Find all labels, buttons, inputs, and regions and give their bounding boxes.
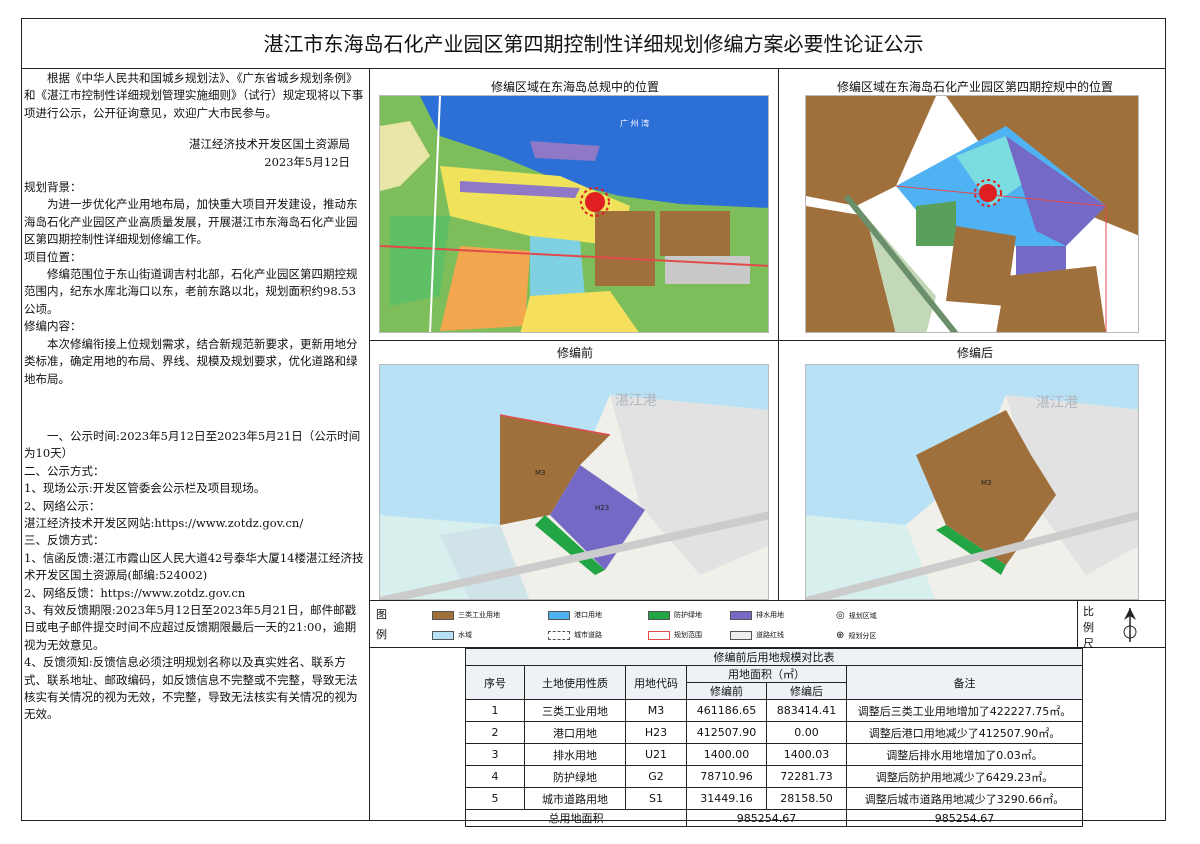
background-heading: 规划背景：: [24, 180, 82, 195]
total-before: 985254.67: [686, 809, 847, 827]
legend-item-port: 港口用地: [548, 610, 602, 620]
table-row: 2 港口用地 H23 412507.90 0.00 调整后港口用地减少了4125…: [465, 721, 1083, 744]
scale-label: 比例尺: [1083, 605, 1094, 650]
map-legend: 图例 三类工业用地 港口用地 防护绿地 排水用地 水域 城市道路 规划范围 道路…: [370, 600, 1166, 648]
notice-text: 根据《中华人民共和国城乡规划法》、《广东省城乡规划条例》和《湛江市控制性详细规划…: [24, 70, 364, 818]
notice-website: 湛江经济技术开发区网站:https://www.zotdz.gov.cn/: [24, 515, 304, 530]
intro-paragraph: 根据《中华人民共和国城乡规划法》、《广东省城乡规划条例》和《湛江市控制性详细规划…: [24, 71, 364, 120]
issuer: 湛江经济技术开发区国土资源局: [189, 137, 350, 152]
before-map: M3 H23 湛江港: [379, 364, 769, 600]
legend-item-green: 防护绿地: [648, 610, 702, 620]
panel-title-after: 修编后: [956, 346, 993, 360]
legend-item-zone: ◎ 规划区域: [836, 610, 877, 621]
legend-label: 图例: [376, 608, 387, 641]
total-label: 总用地面积: [465, 809, 687, 827]
feedback-online: 2、网络反馈：https://www.zotdz.gov.cn: [24, 585, 246, 600]
table-row: 1 三类工业用地 M3 461186.65 883414.41 调整后三类工业用…: [465, 699, 1083, 722]
total-after: 985254.67: [846, 809, 1083, 827]
content-heading: 修编内容：: [24, 319, 82, 334]
harbor-label-after: 湛江港: [1036, 395, 1078, 411]
legend-item-industrial: 三类工业用地: [432, 610, 500, 620]
table-row: 4 防护绿地 G2 78710.96 72281.73 调整后防护用地减少了64…: [465, 765, 1083, 788]
land-use-comparison-table: 修编前后用地规模对比表 序号 土地使用性质 用地代码 用地面积（㎡） 备注 修编…: [465, 648, 1083, 827]
feedback-mail: 1、信函反馈:湛江市霞山区人民大道42号泰华大厦14楼湛江经济技术开发区国土资源…: [24, 550, 364, 583]
label-m3-before: M3: [535, 469, 546, 477]
feedback-notes: 4、反馈须知:反馈信息必须注明规划名称以及真实姓名、联系方式、联系地址、邮政编码…: [24, 655, 358, 722]
panel-title-phase4-plan: 修编区域在东海岛石化产业园区第四期控规中的位置: [836, 80, 1113, 94]
notice-method-online: 2、网络公示：: [24, 498, 101, 513]
master-plan-map: 广 州 湾: [379, 95, 769, 333]
legend-item-redline: 道路红线: [730, 630, 784, 640]
header-code: 用地代码: [625, 665, 687, 700]
legend-divider: [1077, 600, 1078, 648]
legend-item-division: ⊕ 规划分区: [836, 630, 877, 641]
panel-divider-horizontal: [370, 340, 1166, 341]
table-caption: 修编前后用地规模对比表: [465, 648, 1083, 666]
compass-icon: ⊕: [836, 630, 845, 641]
legend-item-boundary: 规划范围: [648, 630, 702, 640]
notice-method-heading: 二、公示方式：: [24, 463, 105, 478]
feedback-deadline: 3、有效反馈期限:2023年5月12日至2023年5月21日，邮件邮戳日或电子邮…: [24, 602, 357, 652]
notice-method-onsite: 1、现场公示:开发区管委会公示栏及项目现场。: [24, 481, 266, 496]
phase4-plan-map: [805, 95, 1139, 333]
panel-title-master-plan: 修编区域在东海岛总规中的位置: [490, 80, 659, 94]
north-arrow-icon: [1118, 606, 1142, 644]
legend-item-road: 城市道路: [548, 630, 602, 640]
feedback-heading: 三、反馈方式：: [24, 533, 105, 548]
header-no: 序号: [465, 665, 525, 700]
header-before: 修编前: [686, 682, 767, 700]
sea-label: 广 州 湾: [620, 118, 649, 128]
notice-period: 一、公示时间:2023年5月12日至2023年5月21日（公示时间为10天）: [24, 428, 361, 461]
table-row: 5 城市道路用地 S1 31449.16 28158.50 调整后城市道路用地减…: [465, 787, 1083, 810]
header-type: 土地使用性质: [524, 665, 626, 700]
page-title: 湛江市东海岛石化产业园区第四期控制性详细规划修编方案必要性论证公示: [21, 20, 1166, 69]
legend-item-water: 水域: [432, 630, 472, 640]
issue-date: 2023年5月12日: [264, 154, 350, 169]
header-after: 修编后: [766, 682, 847, 700]
location-heading: 项目位置：: [24, 249, 82, 264]
table-total-row: 总用地面积 985254.67 985254.67: [465, 809, 1083, 827]
header-note: 备注: [846, 665, 1083, 700]
column-divider: [369, 68, 370, 820]
label-m3-after: M3: [981, 479, 992, 487]
after-map: M3 湛江港: [805, 364, 1139, 600]
label-h23-before: H23: [595, 504, 609, 512]
location-text: 修编范围位于东山街道调吉村北部，石化产业园区第四期控规范围内，纪东水库北海口以东…: [24, 267, 358, 316]
harbor-label-before: 湛江港: [615, 393, 657, 409]
header-area: 用地面积（㎡）: [686, 665, 847, 683]
panel-divider-vertical: [778, 68, 779, 600]
background-text: 为进一步优化产业用地布局，加快重大项目开发建设，推动东海岛石化产业园区产业高质量…: [24, 197, 358, 247]
panel-title-before: 修编前: [556, 346, 593, 360]
table-row: 3 排水用地 U21 1400.00 1400.03 调整后排水用地增加了0.0…: [465, 743, 1083, 766]
legend-item-drainage: 排水用地: [730, 610, 784, 620]
content-text: 本次修编衔接上位规划需求，结合新规范新要求，更新用地分类标准，确定用地的布局、界…: [24, 336, 358, 386]
target-icon: ◎: [836, 610, 845, 621]
